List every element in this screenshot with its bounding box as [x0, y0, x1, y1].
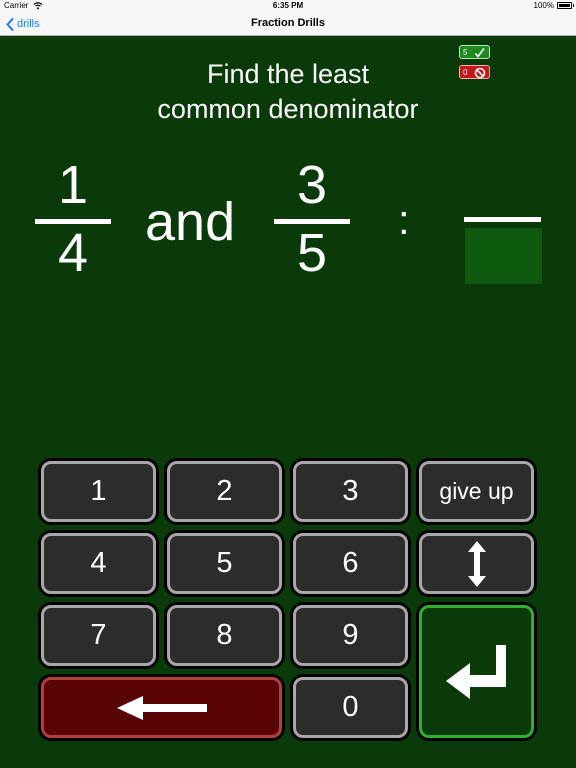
key-2[interactable]: 2	[167, 461, 282, 522]
answer-denominator-field[interactable]	[465, 228, 542, 284]
enter-button[interactable]	[419, 605, 534, 738]
fraction-1-numerator: 1	[57, 155, 89, 215]
battery-icon	[557, 2, 574, 9]
key-9[interactable]: 9	[293, 605, 408, 666]
number-keypad: 1 2 3 give up 4 5 6 7 8 9 0	[36, 456, 541, 746]
navigation-bar: drills Fraction Drills	[0, 12, 576, 36]
answer-fraction-bar	[464, 217, 541, 222]
correct-count: 5	[463, 48, 468, 57]
fraction-1-denominator: 4	[57, 223, 89, 283]
fraction-2-denominator: 5	[296, 223, 328, 283]
arrow-left-icon	[116, 695, 207, 720]
key-3[interactable]: 3	[293, 461, 408, 522]
separator-colon: :	[398, 196, 410, 243]
key-4[interactable]: 4	[41, 533, 156, 594]
key-8[interactable]: 8	[167, 605, 282, 666]
key-5[interactable]: 5	[167, 533, 282, 594]
question-prompt: Find the least common denominator	[100, 57, 476, 127]
toggle-position-button[interactable]	[419, 533, 534, 594]
prompt-line-2: common denominator	[157, 94, 419, 124]
status-bar: Carrier 6:35 PM 100%	[0, 0, 576, 12]
key-0[interactable]: 0	[293, 677, 408, 738]
key-7[interactable]: 7	[41, 605, 156, 666]
backspace-button[interactable]	[41, 677, 282, 738]
return-arrow-icon	[445, 644, 506, 699]
key-6[interactable]: 6	[293, 533, 408, 594]
prompt-line-1: Find the least	[206, 59, 370, 89]
clock: 6:35 PM	[272, 1, 304, 10]
connector-word: and	[145, 192, 236, 252]
up-down-arrow-icon	[467, 540, 486, 587]
give-up-button[interactable]: give up	[419, 461, 534, 522]
key-1[interactable]: 1	[41, 461, 156, 522]
page-title: Fraction Drills	[251, 17, 325, 29]
battery-percentage: 100%	[533, 1, 554, 10]
fraction-2-numerator: 3	[296, 155, 328, 215]
